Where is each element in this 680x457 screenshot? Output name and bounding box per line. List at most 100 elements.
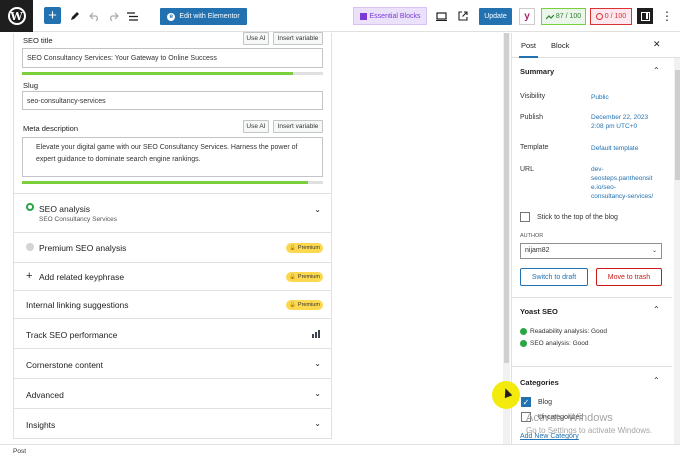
related-keyphrase-accordion[interactable]: + Add related keyphrase 🔒 Premium <box>14 262 331 290</box>
seo-analysis-title: SEO analysis <box>39 204 91 214</box>
add-block-button[interactable]: + <box>44 7 61 24</box>
template-label: Template <box>520 144 549 151</box>
divider <box>512 297 672 298</box>
meta-description-use-ai-button[interactable]: Use AI <box>243 120 269 133</box>
lock-icon: 🔒 <box>289 245 296 251</box>
category-blog-label: Blog <box>538 399 553 406</box>
categories-heading[interactable]: Categories <box>520 378 559 387</box>
cornerstone-title: Cornerstone content <box>26 360 104 370</box>
chevron-up-icon[interactable]: ⌃ <box>653 66 660 75</box>
seo-title-input[interactable]: SEO Consultancy Services: Your Gateway t… <box>22 48 323 68</box>
sidebar-scrollbar[interactable] <box>674 58 680 444</box>
settings-sidebar: Post Block ✕ Summary ⌃ Visibility Public… <box>511 33 680 444</box>
internal-linking-accordion[interactable]: Internal linking suggestions 🔒 Premium <box>14 290 331 318</box>
premium-badge: 🔒 Premium <box>286 300 323 310</box>
premium-seo-analysis-title: Premium SEO analysis <box>39 243 127 253</box>
pencil-tool-icon[interactable] <box>70 8 80 24</box>
template-value[interactable]: Default template <box>591 144 638 153</box>
sticky-checkbox[interactable] <box>520 212 530 222</box>
breadcrumb[interactable]: Post <box>13 448 26 455</box>
category-blog-checkbox[interactable]: ✓ <box>521 397 531 407</box>
seo-title-label: SEO title <box>23 36 53 45</box>
publish-label: Publish <box>520 114 543 121</box>
premium-seo-analysis-accordion[interactable]: Premium SEO analysis 🔒 Premium <box>14 232 331 262</box>
preview-desktop-icon[interactable] <box>436 8 447 24</box>
sidebar-scrollbar-thumb[interactable] <box>675 70 680 180</box>
premium-status-icon <box>26 243 34 251</box>
summary-heading[interactable]: Summary <box>520 67 554 76</box>
insights-title: Insights <box>26 420 56 430</box>
readability-score-badge[interactable]: 0 / 100 <box>590 8 632 25</box>
editor-scrollbar-thumb[interactable] <box>504 33 509 363</box>
seo-title-use-ai-button[interactable]: Use AI <box>243 32 269 45</box>
meta-description-progress-fill <box>22 181 308 184</box>
seo-title-insert-variable-button[interactable]: Insert variable <box>273 32 323 45</box>
yoast-y-icon[interactable]: y <box>519 8 535 25</box>
visibility-value[interactable]: Public <box>591 93 609 102</box>
more-options-icon[interactable]: ⋮ <box>660 8 674 24</box>
track-seo-title: Track SEO performance <box>26 330 118 340</box>
redo-icon[interactable] <box>108 8 119 24</box>
seo-analysis-accordion[interactable]: SEO analysis SEO Consultancy Services ⌄ <box>14 193 331 229</box>
seo-analysis-keyphrase: SEO Consultancy Services <box>39 216 118 223</box>
bar-chart-icon <box>312 330 321 338</box>
chevron-down-icon: ⌄ <box>314 389 321 398</box>
switch-to-draft-button[interactable]: Switch to draft <box>520 268 588 286</box>
chevron-down-icon: ⌄ <box>314 419 321 428</box>
settings-sidebar-toggle[interactable] <box>637 8 653 24</box>
sidebar-panel-icon <box>640 11 650 21</box>
edit-with-elementor-button[interactable]: e Edit with Elementor <box>160 8 247 25</box>
elementor-icon: e <box>167 12 176 21</box>
lock-icon: 🔒 <box>289 274 296 280</box>
trend-up-icon <box>545 14 554 19</box>
chevron-down-icon: ⌄ <box>314 359 321 368</box>
wordpress-logo[interactable]: W <box>0 0 33 32</box>
yoast-seo-heading[interactable]: Yoast SEO <box>520 307 558 316</box>
seo-title-progress-fill <box>22 72 293 75</box>
wordpress-icon: W <box>7 7 26 25</box>
url-label: URL <box>520 166 535 173</box>
meta-description-input[interactable]: Elevate your digital game with our SEO C… <box>22 137 323 177</box>
seo-good-status-icon <box>26 203 34 211</box>
plus-icon: + <box>26 270 33 282</box>
essential-blocks-icon <box>359 12 367 20</box>
advanced-accordion[interactable]: Advanced ⌄ <box>14 378 331 408</box>
slug-input[interactable]: seo-consultancy-services <box>22 91 323 110</box>
visibility-label: Visibility <box>520 93 546 100</box>
circle-icon <box>595 13 603 20</box>
chevron-up-icon[interactable]: ⌃ <box>653 305 660 314</box>
move-to-trash-button[interactable]: Move to trash <box>596 268 662 286</box>
insights-accordion[interactable]: Insights ⌄ <box>14 408 331 439</box>
seo-title-progress-bar <box>22 72 323 75</box>
meta-description-label: Meta description <box>23 124 79 133</box>
sticky-label: Stick to the top of the blog <box>537 214 618 221</box>
tab-post[interactable]: Post <box>518 41 539 58</box>
meta-description-insert-variable-button[interactable]: Insert variable <box>273 120 323 133</box>
meta-description-progress-bar <box>22 181 323 184</box>
url-value[interactable]: dev- seosteps.pantheonsit e.io/seo- cons… <box>591 165 653 201</box>
premium-badge: 🔒 Premium <box>286 272 323 282</box>
chevron-down-icon: ⌄ <box>314 205 321 214</box>
related-keyphrase-title: Add related keyphrase <box>39 272 125 282</box>
seo-analysis-status: SEO analysis: Good <box>520 340 589 347</box>
readability-analysis-status: Readability analysis: Good <box>520 328 607 335</box>
undo-icon[interactable] <box>89 8 100 24</box>
editor-canvas: SEO title Use AI Insert variable SEO Con… <box>0 32 510 444</box>
essential-blocks-button[interactable]: Essential Blocks <box>353 7 427 25</box>
seo-score-badge[interactable]: 87 / 100 <box>541 8 586 25</box>
close-icon[interactable]: ✕ <box>653 39 661 50</box>
author-select[interactable]: nijam82 ⌄ <box>520 243 662 259</box>
list-view-icon[interactable] <box>127 8 138 24</box>
sidebar-tabs: Post Block ✕ <box>512 33 680 58</box>
track-seo-accordion[interactable]: Track SEO performance <box>14 318 331 348</box>
publish-date-value[interactable]: December 22, 2023 2:08 pm UTC+0 <box>591 113 648 131</box>
view-post-external-icon[interactable] <box>458 8 468 24</box>
chevron-down-icon: ⌄ <box>651 248 657 254</box>
update-button[interactable]: Update <box>479 8 512 25</box>
chevron-up-icon[interactable]: ⌃ <box>653 376 660 385</box>
cornerstone-accordion[interactable]: Cornerstone content ⌄ <box>14 348 331 378</box>
premium-badge: 🔒 Premium <box>286 243 323 253</box>
yoast-seo-metabox: SEO title Use AI Insert variable SEO Con… <box>13 32 332 439</box>
tab-block[interactable]: Block <box>551 41 569 50</box>
advanced-title: Advanced <box>26 390 64 400</box>
